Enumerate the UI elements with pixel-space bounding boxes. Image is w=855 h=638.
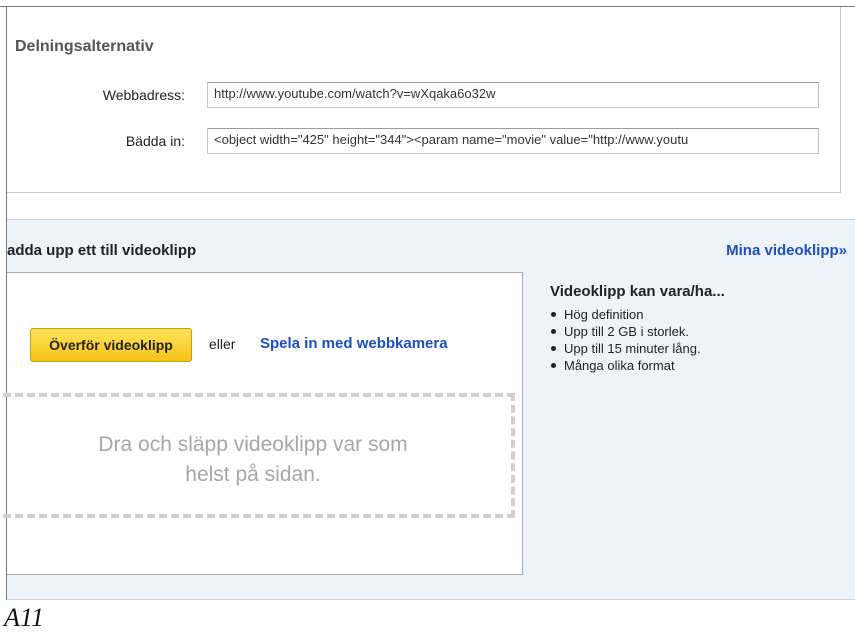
list-item: Upp till 15 minuter lång. bbox=[550, 340, 840, 357]
drag-drop-text: Dra och släpp videoklipp var som helst p… bbox=[3, 430, 503, 490]
sharing-options-title: Delningsalternativ bbox=[15, 38, 154, 55]
url-field[interactable]: http://www.youtube.com/watch?v=wXqaka6o3… bbox=[207, 82, 819, 108]
list-item: Upp till 2 GB i storlek. bbox=[550, 323, 840, 340]
upload-heading: adda upp ett till videoklipp bbox=[7, 242, 197, 259]
sharing-options-panel: Delningsalternativ Webbadress: http://ww… bbox=[7, 7, 841, 193]
drag-drop-text-line-2: helst på sidan. bbox=[185, 463, 321, 486]
my-videos-link[interactable]: Mina videoklipp» bbox=[726, 242, 847, 259]
record-webcam-link[interactable]: Spela in med webbkamera bbox=[260, 335, 448, 352]
drag-drop-zone[interactable]: Dra och släpp videoklipp var som helst p… bbox=[3, 393, 515, 518]
figure-caption: A11 bbox=[4, 603, 44, 632]
embed-label: Bädda in: bbox=[125, 133, 185, 149]
or-text: eller bbox=[209, 336, 236, 352]
list-item: Hög definition bbox=[550, 306, 840, 323]
upload-video-button[interactable]: Överför videoklipp bbox=[30, 328, 192, 362]
url-label: Webbadress: bbox=[102, 87, 185, 103]
info-list: Hög definition Upp till 2 GB i storlek. … bbox=[550, 306, 840, 374]
page-frame: Delningsalternativ Webbadress: http://ww… bbox=[0, 0, 855, 600]
embed-code-field[interactable]: <object width="425" height="344"><param … bbox=[207, 128, 819, 154]
drag-drop-text-line-1: Dra och släpp videoklipp var som bbox=[98, 433, 408, 456]
upload-box: Överför videoklipp eller Spela in med we… bbox=[3, 272, 523, 575]
video-requirements-info: Videoklipp kan vara/ha... Hög definition… bbox=[550, 283, 840, 374]
upload-section: adda upp ett till videoklipp Mina videok… bbox=[3, 219, 855, 600]
list-item: Många olika format bbox=[550, 357, 840, 374]
info-title: Videoklipp kan vara/ha... bbox=[550, 283, 725, 300]
